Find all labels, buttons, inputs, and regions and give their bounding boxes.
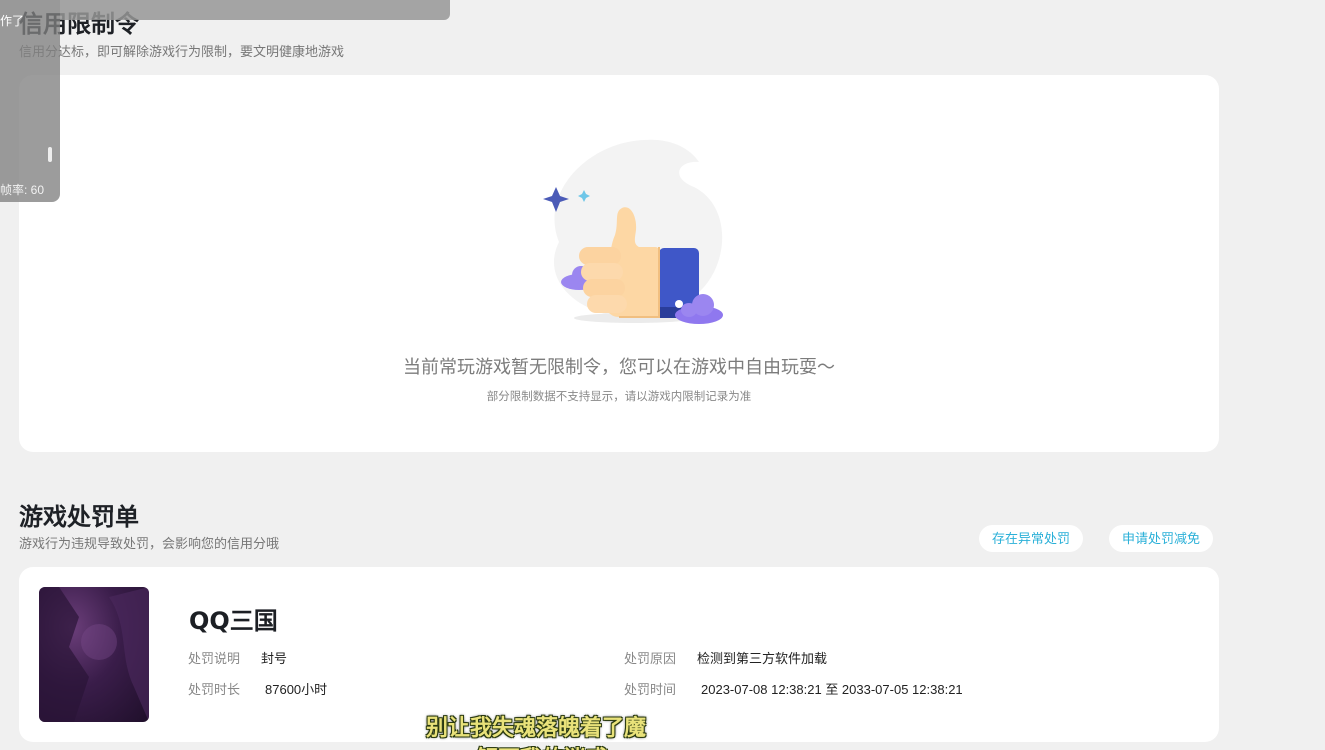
data-notice: 部分限制数据不支持显示，请以游戏内限制记录为准 <box>486 391 752 403</box>
fps-readout: 帧率: 60 <box>0 183 45 197</box>
penalty-section-title: 游戏处罚单 <box>19 503 139 531</box>
appeal-penalty-button[interactable]: 申请处罚减免 <box>1109 525 1214 552</box>
penalty-desc-label: 处罚说明 <box>188 651 241 666</box>
abnormal-penalty-button[interactable]: 存在异常处罚 <box>979 525 1084 552</box>
penalty-time-label: 处罚时间 <box>624 682 677 697</box>
thumbs-up-icon <box>543 139 723 324</box>
floating-stats-panel[interactable]: 作了 帧率: 60 <box>0 0 60 202</box>
game-art-icon <box>39 587 149 722</box>
game-name: QQ三国 <box>189 607 278 635</box>
penalty-duration-label: 处罚时长 <box>188 682 241 697</box>
penalty-time-value: 2023-07-08 12:38:21 至 2033-07-05 12:38:2… <box>701 682 963 697</box>
overlay-label: 作了 <box>0 14 25 28</box>
overlay-top-bar[interactable] <box>60 0 450 20</box>
penalty-reason-label: 处罚原因 <box>624 651 677 666</box>
credit-section-subtitle: 信用分达标，即可解除游戏行为限制，要文明健康地游戏 <box>19 44 345 59</box>
video-subtitle-line2: 解不我的迷惑 <box>476 741 608 750</box>
penalty-duration-value: 87600小时 <box>265 682 328 697</box>
credit-limit-card: 当前常玩游戏暂无限制令，您可以在游戏中自由玩耍～ 部分限制数据不支持显示，请以游… <box>19 75 1219 452</box>
penalty-section-subtitle: 游戏行为违规导致处罚，会影响您的信用分哦 <box>19 536 280 551</box>
overlay-scrollbar[interactable] <box>48 147 52 162</box>
video-subtitle-line1: 别让我失魂落魄着了魔 <box>426 716 647 741</box>
game-cover-image[interactable] <box>39 587 149 722</box>
penalty-reason-value: 检测到第三方软件加载 <box>697 651 828 666</box>
no-restriction-message: 当前常玩游戏暂无限制令，您可以在游戏中自由玩耍～ <box>403 357 835 377</box>
penalty-desc-value: 封号 <box>261 651 288 666</box>
